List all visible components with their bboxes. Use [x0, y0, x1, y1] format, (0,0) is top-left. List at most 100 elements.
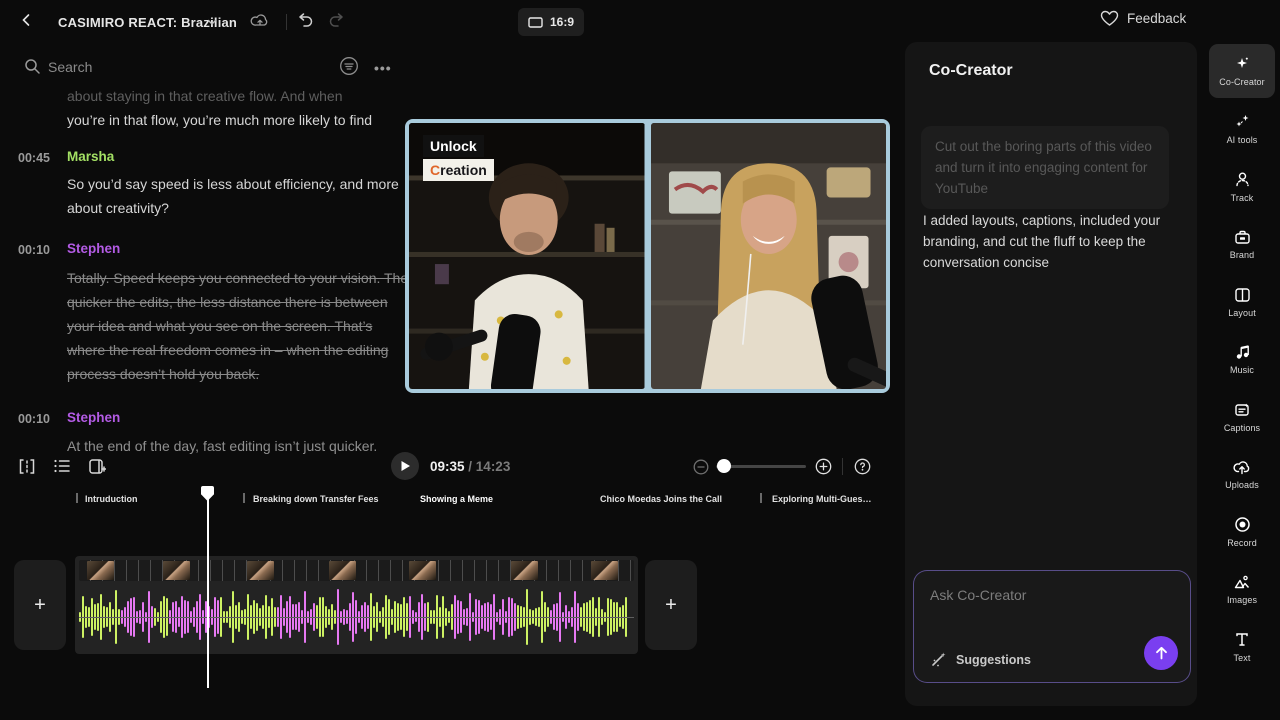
sidebar-item-ai-tools[interactable]: AI tools — [1209, 102, 1275, 156]
sidebar-item-brand[interactable]: Brand — [1209, 217, 1275, 271]
cocreator-input-placeholder[interactable]: Ask Co-Creator — [930, 587, 1026, 603]
timeline-zoom-slider[interactable] — [716, 465, 806, 468]
overlay-line1: Unlock — [423, 135, 484, 157]
person-icon — [1234, 171, 1251, 188]
sidebar-item-layout[interactable]: Layout — [1209, 275, 1275, 329]
sidebar-item-track[interactable]: Track — [1209, 160, 1275, 214]
captions-icon — [1234, 401, 1251, 418]
audio-waveform[interactable] — [79, 586, 634, 648]
cloud-upload-icon — [1233, 458, 1251, 475]
chapter-label[interactable]: Showing a Meme — [420, 494, 493, 504]
transcript-line[interactable]: you’re in that flow, you’re much more li… — [67, 108, 409, 132]
time-display: 09:35 / 14:23 — [430, 459, 510, 474]
video-thumbnail — [329, 561, 356, 580]
add-track-left-button[interactable]: + — [14, 560, 66, 650]
zoom-out-icon[interactable] — [693, 459, 709, 475]
sidebar-item-text[interactable]: Text — [1209, 620, 1275, 674]
video-pane-right — [651, 123, 887, 389]
speaker-name[interactable]: Stephen — [67, 237, 120, 261]
overlay-line2: Creation — [423, 159, 494, 181]
filmstrip-strip[interactable] — [79, 560, 634, 581]
cocreator-input-box[interactable]: Ask Co-Creator Suggestions — [913, 570, 1191, 683]
play-button[interactable] — [391, 452, 419, 480]
back-icon[interactable] — [18, 12, 34, 28]
add-panel-icon[interactable] — [88, 458, 106, 475]
chapter-label[interactable]: Exploring Multi-Gues… — [772, 494, 872, 504]
cocreator-panel: Co-Creator Cut out the boring parts of t… — [905, 42, 1197, 706]
video-thumbnail — [511, 561, 538, 580]
magic-wand-icon — [930, 651, 947, 668]
record-icon — [1234, 516, 1251, 533]
video-thumbnail — [87, 561, 114, 580]
more-options-icon[interactable]: ••• — [374, 60, 392, 76]
total-time: 14:23 — [476, 459, 511, 474]
transcript-text-struck[interactable]: Totally. Speed keeps you connected to yo… — [67, 266, 409, 386]
chapter-label[interactable]: Chico Moedas Joins the Call — [600, 494, 722, 504]
sidebar-item-images[interactable]: Images — [1209, 562, 1275, 616]
search-input[interactable]: Search — [48, 59, 92, 75]
sidebar-item-uploads[interactable]: Uploads — [1209, 447, 1275, 501]
video-thumbnail — [163, 561, 190, 580]
transcript-text[interactable]: At the end of the day, fast editing isn’… — [67, 434, 409, 458]
divider — [286, 14, 287, 30]
chapter-tick — [243, 493, 245, 503]
timestamp: 00:10 — [18, 238, 50, 262]
chapter-tick — [76, 493, 78, 503]
chapter-tick — [760, 493, 762, 503]
layout-icon — [1234, 286, 1251, 303]
search-row: Search ••• — [0, 56, 400, 82]
transcript-panel: about staying in that creative flow. And… — [0, 80, 402, 440]
zoom-in-icon[interactable] — [815, 458, 832, 475]
sidebar-item-captions[interactable]: Captions — [1209, 390, 1275, 444]
video-preview[interactable]: Unlock Creation — [405, 119, 890, 393]
undo-icon[interactable] — [296, 12, 314, 29]
right-sidebar: Co-Creator AI tools Track Brand Layout M… — [1204, 0, 1280, 720]
video-thumbnail — [409, 561, 436, 580]
video-thumbnail — [247, 561, 274, 580]
chapter-label[interactable]: Breaking down Transfer Fees — [253, 494, 379, 504]
top-bar: CASIMIRO REACT: Brazilian 16:9 Feedback … — [0, 0, 1280, 44]
send-button[interactable] — [1144, 636, 1178, 670]
feedback-button[interactable]: Feedback — [1100, 10, 1186, 27]
suggestions-label: Suggestions — [956, 653, 1031, 667]
overlay-text-badge: Unlock Creation — [423, 135, 494, 181]
transcript-line-faded[interactable]: about staying in that creative flow. And… — [67, 84, 409, 108]
timeline-track[interactable] — [75, 556, 638, 654]
zoom-slider-knob[interactable] — [717, 459, 731, 473]
search-icon[interactable] — [24, 58, 41, 75]
sidebar-item-cocreator[interactable]: Co-Creator — [1209, 44, 1275, 98]
arrow-up-icon — [1155, 646, 1168, 660]
sidebar-item-record[interactable]: Record — [1209, 505, 1275, 559]
chapter-ruler: Intruduction Breaking down Transfer Fees… — [0, 491, 905, 507]
text-icon — [1234, 631, 1250, 648]
redo-icon[interactable] — [328, 12, 346, 29]
speaker-name[interactable]: Marsha — [67, 145, 114, 169]
play-icon — [400, 460, 411, 472]
cloud-sync-icon[interactable] — [250, 12, 270, 30]
divider — [842, 458, 843, 475]
image-icon — [1233, 573, 1251, 590]
timestamp: 00:10 — [18, 407, 50, 431]
aspect-ratio-button[interactable]: 16:9 — [518, 8, 584, 36]
feedback-label: Feedback — [1127, 11, 1186, 26]
speaker-name[interactable]: Stephen — [67, 406, 120, 430]
chapter-label[interactable]: Intruduction — [85, 494, 138, 504]
briefcase-icon — [1234, 228, 1251, 245]
sidebar-item-music[interactable]: Music — [1209, 332, 1275, 386]
transcript-text[interactable]: So you’d say speed is less about efficie… — [67, 172, 409, 220]
chevron-down-icon[interactable] — [206, 16, 218, 28]
playhead-line — [207, 486, 209, 688]
timeline-trim-icon[interactable] — [18, 458, 36, 475]
suggestions-button[interactable]: Suggestions — [930, 651, 1031, 668]
add-track-right-button[interactable]: + — [645, 560, 697, 650]
frame-icon — [528, 17, 543, 28]
filter-icon[interactable] — [339, 56, 359, 76]
heart-icon — [1100, 10, 1119, 27]
cocreator-response: I added layouts, captions, included your… — [923, 210, 1175, 273]
aspect-ratio-label: 16:9 — [550, 15, 574, 29]
timestamp: 00:45 — [18, 146, 50, 170]
waveform-centerline — [79, 617, 634, 618]
current-time: 09:35 — [430, 459, 465, 474]
list-view-icon[interactable] — [53, 458, 71, 474]
help-icon[interactable] — [854, 458, 871, 475]
